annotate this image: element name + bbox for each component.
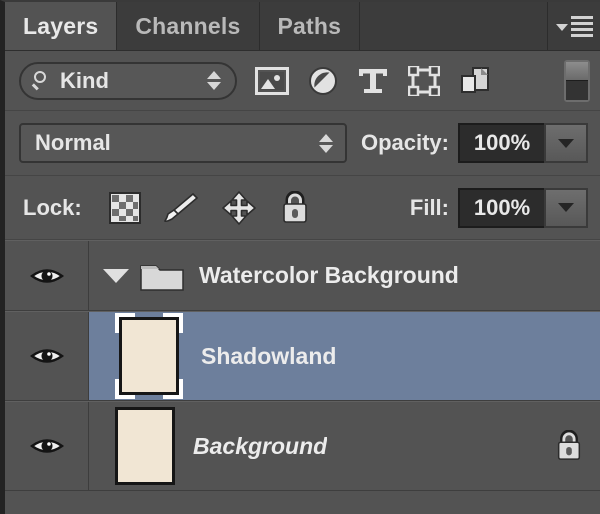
tab-paths[interactable]: Paths: [259, 2, 361, 50]
paintbrush-icon[interactable]: [163, 192, 199, 224]
opacity-control: 100%: [458, 123, 588, 163]
fill-label: Fill:: [409, 194, 449, 220]
tab-layers-label: Layers: [23, 12, 99, 39]
layer-row-group[interactable]: Watercolor Background: [5, 240, 600, 311]
layer-thumbnail-background[interactable]: [115, 407, 175, 485]
chevron-down-icon: [555, 23, 568, 31]
blend-opacity-row: Normal Opacity: 100%: [5, 111, 600, 176]
layer-visibility-toggle[interactable]: [5, 241, 89, 310]
filter-type-buttons: [255, 65, 491, 96]
shape-path-icon[interactable]: [408, 65, 440, 96]
lock-buttons: [108, 190, 311, 225]
filter-kind-label: Kind: [60, 67, 109, 93]
layer-thumbnail-selected[interactable]: [115, 313, 183, 399]
layer-name-background: Background: [193, 432, 328, 459]
layer-row-shadowland[interactable]: Shadowland: [5, 311, 600, 401]
updown-stepper-icon[interactable]: [318, 133, 333, 153]
opacity-input[interactable]: 100%: [458, 123, 544, 163]
blend-mode-dropdown[interactable]: Normal: [19, 123, 347, 163]
layer-name-group: Watercolor Background: [199, 262, 459, 288]
panel-tab-bar: Layers Channels Paths: [5, 2, 600, 51]
layer-row-background[interactable]: Background: [5, 401, 600, 491]
layers-panel: Layers Channels Paths Kind Normal Opacit…: [0, 0, 600, 514]
folder-open-icon: [140, 264, 184, 291]
tab-layers[interactable]: Layers: [5, 2, 118, 50]
eye-icon: [29, 439, 64, 453]
lock-label: Lock:: [23, 194, 82, 220]
blend-mode-value: Normal: [35, 130, 111, 155]
fill-dropdown-button[interactable]: [544, 187, 588, 228]
layer-list: Watercolor Background Shadowland Backgro…: [5, 240, 600, 491]
tab-bar-filler: [360, 2, 548, 50]
padlock-icon: [557, 430, 581, 460]
panel-menu-icon: [570, 15, 593, 37]
tab-channels-label: Channels: [135, 12, 241, 39]
updown-stepper-icon[interactable]: [207, 71, 221, 90]
adjustment-circle-icon[interactable]: [308, 66, 338, 96]
filter-kind-dropdown[interactable]: Kind: [19, 61, 237, 100]
magnifier-icon: [33, 71, 52, 90]
fill-input[interactable]: 100%: [458, 187, 544, 228]
layer-content-background[interactable]: Background: [89, 402, 600, 490]
text-t-icon[interactable]: [357, 66, 389, 96]
layer-lock-indicator[interactable]: [554, 430, 584, 462]
opacity-label: Opacity:: [360, 130, 449, 155]
opacity-dropdown-button[interactable]: [544, 123, 588, 163]
filter-row: Kind: [5, 51, 600, 111]
eye-icon: [29, 268, 64, 283]
tab-channels[interactable]: Channels: [117, 2, 260, 50]
triangle-down-icon[interactable]: [103, 268, 129, 283]
move-arrows-icon[interactable]: [221, 190, 257, 225]
padlock-icon[interactable]: [279, 190, 311, 225]
smart-object-icon[interactable]: [459, 66, 491, 96]
image-icon[interactable]: [255, 66, 289, 96]
layer-visibility-toggle[interactable]: [5, 312, 89, 400]
chevron-down-icon: [558, 203, 574, 212]
layer-visibility-toggle[interactable]: [5, 402, 89, 490]
thumbnail-image: [119, 317, 179, 395]
fill-control: 100%: [458, 187, 588, 228]
chevron-down-icon: [558, 138, 574, 148]
layer-content-group[interactable]: Watercolor Background: [89, 241, 600, 310]
layer-name-shadowland: Shadowland: [201, 342, 337, 369]
checkerboard-icon[interactable]: [108, 191, 141, 224]
filter-enable-switch-icon[interactable]: [564, 59, 590, 102]
lock-row: Lock: Fill: 100%: [5, 176, 600, 240]
eye-icon: [29, 349, 64, 363]
tab-paths-label: Paths: [277, 12, 342, 39]
layer-content-shadowland[interactable]: Shadowland: [89, 312, 600, 400]
panel-menu-button[interactable]: [548, 2, 600, 50]
